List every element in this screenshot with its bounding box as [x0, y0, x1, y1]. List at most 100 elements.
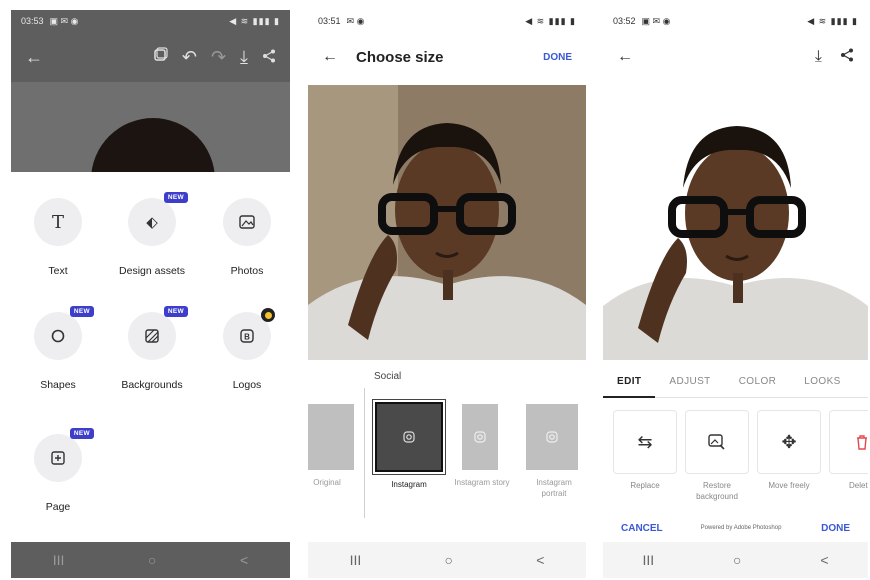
asset-label: Design assets: [119, 265, 185, 277]
photos-icon: [239, 215, 255, 229]
asset-circle: NEW: [128, 306, 188, 360]
size-option-original[interactable]: Original: [308, 404, 354, 488]
home-button[interactable]: ○: [148, 552, 156, 568]
asset-page[interactable]: NEW Page: [13, 428, 103, 513]
status-system-icons: ◀ ≋ ▮▮▮ ▮: [229, 15, 280, 26]
tool-box: [829, 410, 868, 474]
asset-design-assets[interactable]: ⬖ NEW Design assets: [107, 192, 197, 277]
redo-icon[interactable]: ↷: [211, 47, 226, 68]
asset-label: Page: [45, 501, 71, 513]
home-button[interactable]: ○: [445, 552, 453, 568]
size-thumbnail: [526, 404, 578, 470]
tool-replace[interactable]: ⇆ Replace: [613, 410, 677, 491]
edit-header: ← ⤓: [603, 32, 868, 82]
back-button[interactable]: <: [536, 552, 544, 568]
add-page-icon: [51, 451, 65, 465]
share-icon[interactable]: [262, 47, 276, 68]
status-system-icons: ◀ ≋ ▮▮▮ ▮: [807, 15, 858, 26]
asset-label: Photos: [230, 265, 264, 277]
tool-label: Move freely: [768, 481, 810, 490]
text-icon: T: [51, 211, 64, 233]
status-bar: 03:53 ▣ ✉ ◉ ◀ ≋ ▮▮▮ ▮: [11, 10, 290, 32]
size-label: Instagram: [391, 480, 427, 489]
shapes-icon: [51, 329, 65, 343]
powered-by-text: Powered by Adobe Photoshop: [700, 525, 782, 531]
cutout-photo: [603, 88, 868, 360]
section-divider: [364, 388, 365, 518]
tab-looks[interactable]: LOOKS: [790, 366, 854, 398]
portrait-illustration: [308, 85, 586, 360]
status-system-icons: ◀ ≋ ▮▮▮ ▮: [525, 15, 576, 26]
system-nav-bar: III ○ <: [308, 542, 586, 578]
phone-choose-size: 03:51 ✉ ◉ ◀ ≋ ▮▮▮ ▮ ← Choose size DONE S…: [308, 10, 586, 578]
size-option-instagram-portrait[interactable]: Instagram portrait: [526, 404, 582, 499]
done-button[interactable]: DONE: [543, 52, 572, 63]
move-icon: ✥: [781, 431, 797, 452]
tool-label: Delete: [849, 481, 868, 490]
undo-icon[interactable]: ↶: [182, 47, 197, 68]
screenshot-stage: 03:53 ▣ ✉ ◉ ◀ ≋ ▮▮▮ ▮ ← ↶ ↷ ⤓ T Text ⬖ N…: [0, 0, 870, 580]
back-button[interactable]: <: [240, 552, 248, 568]
restore-background-icon: [708, 434, 725, 450]
status-time: 03:52: [613, 16, 636, 26]
replace-icon: ⇆: [637, 431, 653, 452]
home-button[interactable]: ○: [733, 552, 741, 568]
size-label: Instagram portrait: [536, 478, 572, 498]
asset-label: Backgrounds: [121, 379, 183, 391]
status-notification-icons: ▣ ✉ ◉: [49, 15, 79, 26]
asset-photos[interactable]: Photos: [202, 198, 290, 277]
cancel-button[interactable]: CANCEL: [621, 523, 663, 534]
tool-box: ✥: [757, 410, 821, 474]
back-arrow-icon[interactable]: ←: [25, 47, 43, 68]
asset-circle: NEW: [34, 428, 94, 482]
recent-apps-button[interactable]: III: [53, 552, 65, 568]
new-badge: NEW: [163, 192, 188, 203]
status-notification-icons: ▣ ✉ ◉: [641, 15, 671, 26]
tool-move-freely[interactable]: ✥ Move freely: [757, 410, 821, 491]
asset-circle: T: [34, 198, 82, 246]
asset-shapes[interactable]: NEW Shapes: [13, 306, 103, 391]
asset-label: Logos: [232, 379, 262, 391]
tool-delete[interactable]: Delete: [829, 410, 868, 491]
size-thumbnail: [308, 404, 354, 470]
tab-color[interactable]: COLOR: [725, 366, 791, 398]
recent-apps-button[interactable]: III: [350, 552, 362, 568]
asset-label: Shapes: [40, 379, 76, 391]
instagram-icon: [546, 431, 558, 443]
new-badge: NEW: [69, 428, 94, 439]
trash-icon: [856, 435, 867, 450]
size-option-instagram-story[interactable]: Instagram story: [452, 404, 512, 488]
back-arrow-icon[interactable]: ←: [617, 48, 633, 66]
asset-circle: B: [223, 308, 275, 360]
asset-circle: [223, 198, 271, 246]
recent-apps-button[interactable]: III: [642, 552, 654, 568]
download-icon[interactable]: ⤓: [815, 48, 822, 67]
social-section-label: Social: [374, 371, 402, 382]
tab-edit[interactable]: EDIT: [603, 366, 656, 398]
tool-label: Restore background: [696, 481, 738, 501]
tab-adjust[interactable]: ADJUST: [655, 366, 724, 398]
backgrounds-icon: [145, 329, 159, 343]
share-icon[interactable]: [840, 48, 854, 67]
back-arrow-icon[interactable]: ←: [322, 48, 338, 66]
size-option-instagram[interactable]: Instagram: [375, 402, 443, 490]
logos-icon: B: [240, 329, 254, 343]
asset-logos[interactable]: B Logos: [202, 308, 290, 391]
tool-restore-background[interactable]: Restore background: [685, 410, 749, 502]
size-label: Original: [313, 478, 341, 487]
asset-label: Text: [48, 265, 68, 277]
new-badge: NEW: [69, 306, 94, 317]
pages-icon[interactable]: [152, 46, 168, 68]
tool-box: [685, 410, 749, 474]
cutout-illustration: [603, 88, 868, 360]
asset-text[interactable]: T Text: [13, 198, 103, 277]
size-thumbnail-selected: [375, 402, 443, 472]
download-icon[interactable]: ⤓: [240, 47, 248, 68]
back-button[interactable]: <: [820, 552, 828, 568]
tool-box: ⇆: [613, 410, 677, 474]
asset-backgrounds[interactable]: NEW Backgrounds: [107, 306, 197, 391]
done-button[interactable]: DONE: [821, 523, 850, 534]
page-title: Choose size: [356, 48, 444, 66]
new-badge: NEW: [163, 306, 188, 317]
status-notification-icons: ✉ ◉: [346, 15, 365, 26]
